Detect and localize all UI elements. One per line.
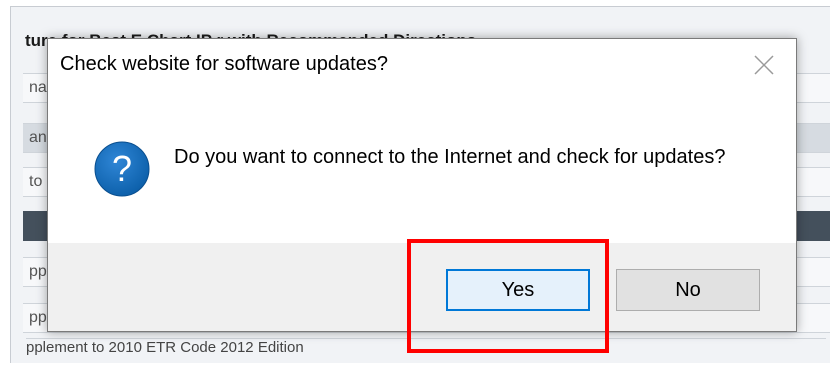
update-dialog: Check website for software updates? ? Do… [47, 38, 797, 332]
close-icon[interactable] [748, 49, 780, 81]
dialog-footer: Yes No [48, 243, 796, 331]
background-footer: pplement to 2010 ETR Code 2012 Edition [26, 338, 826, 361]
screen: ture for Best E Chart IP r with Recommen… [0, 0, 830, 372]
dialog-message: Do you want to connect to the Internet a… [174, 146, 726, 168]
dialog-title: Check website for software updates? [60, 53, 388, 75]
question-icon: ? [92, 139, 152, 199]
dialog-body: ? Do you want to connect to the Internet… [48, 95, 796, 243]
yes-button[interactable]: Yes [446, 269, 590, 311]
svg-text:?: ? [112, 148, 132, 189]
no-button[interactable]: No [616, 269, 760, 311]
